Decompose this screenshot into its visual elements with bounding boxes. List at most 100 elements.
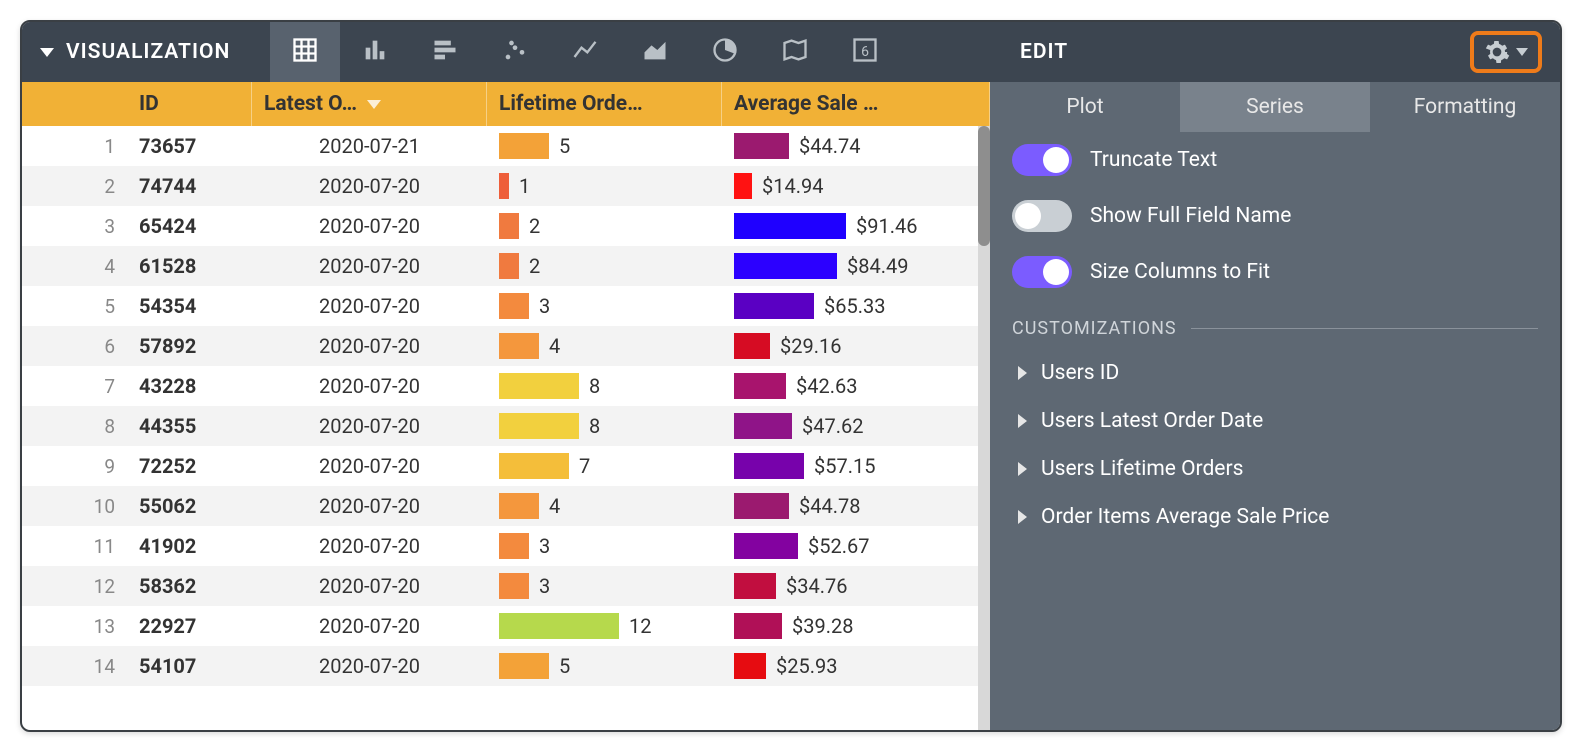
vis-type-group: 6 (270, 22, 900, 82)
line-chart-icon-button[interactable] (550, 22, 620, 82)
bar-chart-icon-button[interactable] (410, 22, 480, 82)
orders-bar (499, 573, 529, 599)
table-row[interactable]: 4 61528 2020-07-20 2 $84.49 (22, 246, 978, 286)
orders-bar (499, 213, 519, 239)
cell-average-sale: $84.49 (722, 246, 978, 286)
customization-label: Order Items Average Sale Price (1041, 505, 1329, 529)
cell-id: 72252 (127, 446, 252, 486)
cell-id: 22927 (127, 606, 252, 646)
orders-value: 4 (549, 494, 560, 518)
cell-id: 43228 (127, 366, 252, 406)
avg-bar (734, 333, 770, 359)
avg-value: $44.74 (799, 134, 860, 158)
table-row[interactable]: 12 58362 2020-07-20 3 $34.76 (22, 566, 978, 606)
cell-latest-order: 2020-07-20 (252, 406, 487, 446)
truncate-text-toggle[interactable] (1012, 144, 1072, 176)
cell-latest-order: 2020-07-20 (252, 246, 487, 286)
scatter-chart-icon-button[interactable] (480, 22, 550, 82)
avg-bar (734, 373, 786, 399)
column-header-id[interactable]: ID (127, 82, 252, 126)
customization-item[interactable]: Users Latest Order Date (990, 397, 1560, 445)
tab-formatting[interactable]: Formatting (1370, 82, 1560, 132)
cell-average-sale: $52.67 (722, 526, 978, 566)
edit-tabs: Plot Series Formatting (990, 82, 1560, 132)
cell-lifetime-orders: 8 (487, 366, 722, 406)
cell-latest-order: 2020-07-20 (252, 646, 487, 686)
table-row[interactable]: 1 73657 2020-07-21 5 $44.74 (22, 126, 978, 166)
orders-bar (499, 253, 519, 279)
table-row[interactable]: 3 65424 2020-07-20 2 $91.46 (22, 206, 978, 246)
orders-bar (499, 413, 579, 439)
row-number: 12 (22, 566, 127, 606)
avg-bar (734, 533, 798, 559)
orders-value: 5 (559, 654, 570, 678)
column-header-rownumber[interactable] (22, 82, 127, 126)
orders-bar (499, 653, 549, 679)
avg-value: $65.33 (824, 294, 885, 318)
show-full-field-name-toggle[interactable] (1012, 200, 1072, 232)
pie-chart-icon-button[interactable] (690, 22, 760, 82)
table-row[interactable]: 8 44355 2020-07-20 8 $47.62 (22, 406, 978, 446)
cell-latest-order: 2020-07-20 (252, 166, 487, 206)
settings-gear-dropdown[interactable] (1470, 31, 1542, 73)
topbar: VISUALIZATION 6 EDIT (22, 22, 1560, 82)
visualization-dropdown[interactable]: VISUALIZATION (40, 40, 230, 64)
size-columns-to-fit-toggle[interactable] (1012, 256, 1072, 288)
gear-icon (1484, 39, 1510, 65)
table-header-row: ID Latest O… Lifetime Orde… Average Sale… (22, 82, 990, 126)
orders-value: 8 (589, 374, 600, 398)
table-row[interactable]: 9 72252 2020-07-20 7 $57.15 (22, 446, 978, 486)
cell-average-sale: $42.63 (722, 366, 978, 406)
table-row[interactable]: 6 57892 2020-07-20 4 $29.16 (22, 326, 978, 366)
customization-label: Users ID (1041, 361, 1119, 385)
map-chart-icon-button[interactable] (760, 22, 830, 82)
column-header-lifetime-orders[interactable]: Lifetime Orde… (487, 82, 722, 126)
table-row[interactable]: 13 22927 2020-07-20 12 $39.28 (22, 606, 978, 646)
tab-plot[interactable]: Plot (990, 82, 1180, 132)
scrollbar[interactable] (978, 126, 990, 730)
show-full-field-name-toggle-row: Show Full Field Name (990, 188, 1560, 244)
orders-value: 12 (629, 614, 651, 638)
cell-average-sale: $91.46 (722, 206, 978, 246)
sort-desc-icon (367, 100, 381, 109)
customization-item[interactable]: Users ID (990, 349, 1560, 397)
pie-chart-icon (711, 36, 739, 69)
avg-value: $91.46 (856, 214, 917, 238)
customization-item[interactable]: Order Items Average Sale Price (990, 493, 1560, 541)
column-chart-icon-button[interactable] (340, 22, 410, 82)
table-row[interactable]: 10 55062 2020-07-20 4 $44.78 (22, 486, 978, 526)
avg-bar (734, 213, 846, 239)
toggle-label: Truncate Text (1090, 148, 1217, 172)
avg-value: $52.67 (808, 534, 869, 558)
cell-id: 55062 (127, 486, 252, 526)
table-row[interactable]: 2 74744 2020-07-20 1 $14.94 (22, 166, 978, 206)
triangle-right-icon (1018, 462, 1027, 476)
cell-id: 44355 (127, 406, 252, 446)
cell-lifetime-orders: 2 (487, 206, 722, 246)
single-value-icon-button[interactable]: 6 (830, 22, 900, 82)
table-row[interactable]: 11 41902 2020-07-20 3 $52.67 (22, 526, 978, 566)
row-number: 2 (22, 166, 127, 206)
table-row[interactable]: 14 54107 2020-07-20 5 $25.93 (22, 646, 978, 686)
table-icon-button[interactable] (270, 22, 340, 82)
cell-id: 58362 (127, 566, 252, 606)
cell-lifetime-orders: 7 (487, 446, 722, 486)
avg-value: $29.16 (780, 334, 841, 358)
cell-id: 65424 (127, 206, 252, 246)
customization-label: Users Lifetime Orders (1041, 457, 1243, 481)
column-header-latest-order[interactable]: Latest O… (252, 82, 487, 126)
customization-item[interactable]: Users Lifetime Orders (990, 445, 1560, 493)
customizations-header: CUSTOMIZATIONS (990, 300, 1560, 349)
row-number: 6 (22, 326, 127, 366)
cell-average-sale: $47.62 (722, 406, 978, 446)
avg-value: $14.94 (762, 174, 823, 198)
avg-value: $39.28 (792, 614, 853, 638)
table-row[interactable]: 5 54354 2020-07-20 3 $65.33 (22, 286, 978, 326)
scrollbar-thumb[interactable] (978, 126, 990, 246)
column-header-average-sale[interactable]: Average Sale … (722, 82, 990, 126)
table-row[interactable]: 7 43228 2020-07-20 8 $42.63 (22, 366, 978, 406)
area-chart-icon-button[interactable] (620, 22, 690, 82)
avg-value: $42.63 (796, 374, 857, 398)
cell-average-sale: $29.16 (722, 326, 978, 366)
tab-series[interactable]: Series (1180, 82, 1370, 132)
